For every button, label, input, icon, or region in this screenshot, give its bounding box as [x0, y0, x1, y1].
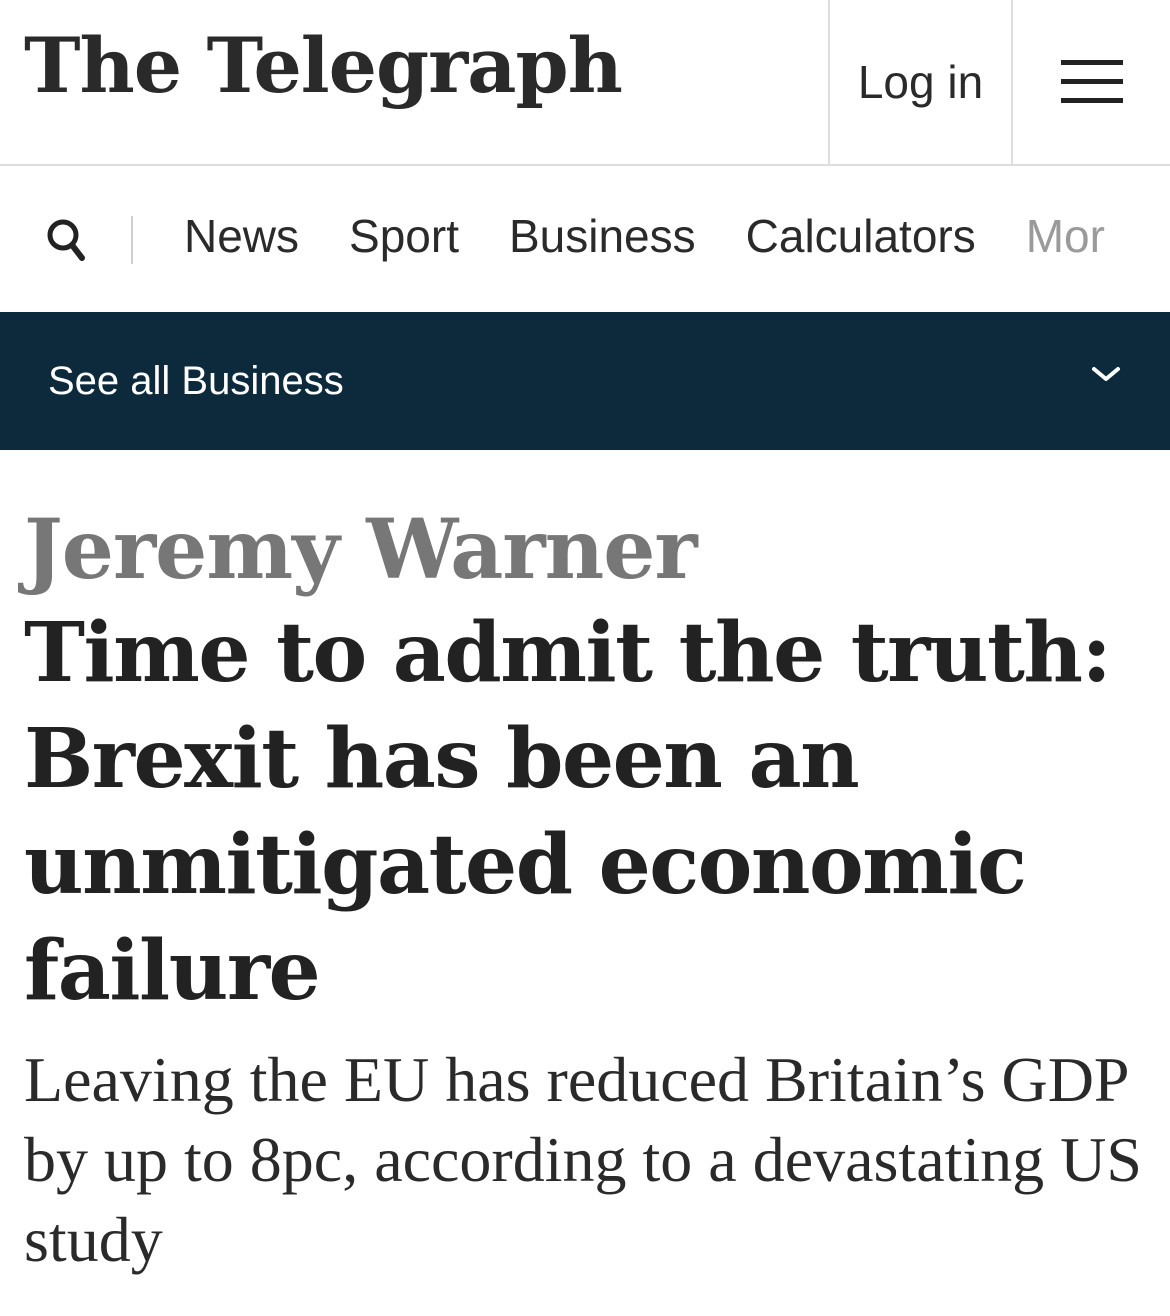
- article-headline: Time to admit the truth: Brexit has been…: [24, 605, 1112, 1019]
- article-standfirst: Leaving the EU has reduced Britain’s GDP…: [24, 1044, 1142, 1275]
- masthead: The Telegraph Log in: [0, 0, 1170, 166]
- nav-divider: [131, 216, 133, 264]
- search-icon: [47, 219, 85, 261]
- nav-item-sport[interactable]: Sport: [349, 204, 459, 268]
- nav-fade-overlay: [1100, 166, 1170, 312]
- telegraph-logo[interactable]: The Telegraph: [24, 24, 623, 108]
- primary-nav: News Sport Business Calculators Mor: [0, 166, 1170, 312]
- search-button[interactable]: [44, 216, 88, 262]
- login-button[interactable]: Log in: [828, 0, 1013, 164]
- section-bar-label: See all Business: [48, 359, 344, 403]
- nav-item-more[interactable]: Mor: [1026, 204, 1105, 268]
- see-all-business-bar[interactable]: See all Business: [0, 312, 1170, 450]
- article-author[interactable]: Jeremy Warner: [24, 500, 698, 600]
- login-label: Log in: [857, 56, 984, 108]
- hamburger-menu-icon: [1060, 60, 1123, 104]
- menu-button[interactable]: [1013, 0, 1170, 164]
- nav-items: News Sport Business Calculators Mor: [184, 204, 1155, 268]
- nav-item-business[interactable]: Business: [509, 204, 696, 268]
- nav-item-news[interactable]: News: [184, 204, 299, 268]
- chevron-down-icon[interactable]: [1090, 364, 1122, 384]
- nav-item-calculators[interactable]: Calculators: [746, 204, 976, 268]
